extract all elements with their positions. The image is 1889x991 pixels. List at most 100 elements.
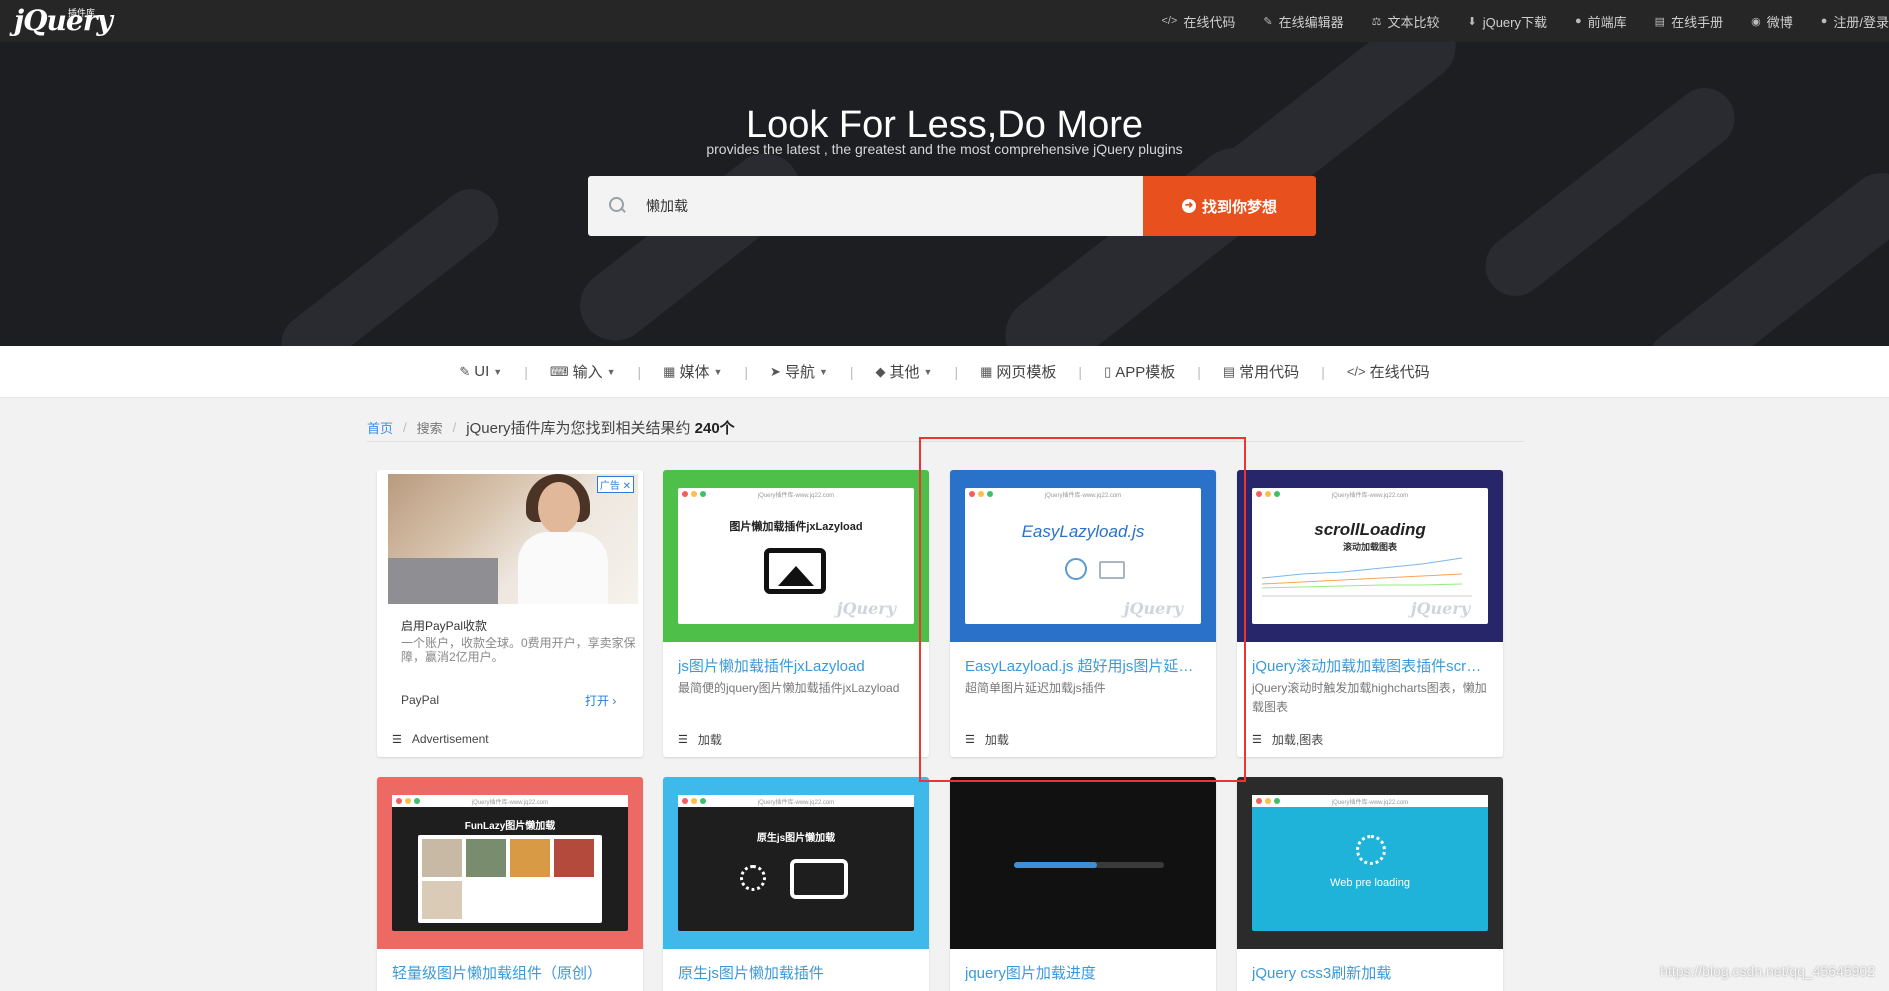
list-icon: ☰ <box>392 733 402 746</box>
category-app-templates[interactable]: ▯ APP模板 <box>1104 361 1175 382</box>
top-nav: </> 在线代码 ✎ 在线编辑器 ⚖ 文本比较 ⬇ jQuery下载 ● 前端库 ▤ 在线手… <box>1133 0 1889 42</box>
divider: | <box>637 363 642 380</box>
card-description: jQuery滚动时触发加载highcharts图表，懒加载图表 <box>1252 681 1487 714</box>
progress-bar-fill <box>1014 862 1097 868</box>
spinner-icon <box>740 865 766 891</box>
thumb-window-bar: jQuery插件库-www.jq22.com <box>392 795 628 807</box>
thumb-url: jQuery插件库-www.jq22.com <box>757 492 835 499</box>
plugin-card[interactable]: jQuery插件库-www.jq22.com scrollLoading 滚动加… <box>1237 470 1503 757</box>
category-bar: ✎ UI ▼ | ⌨ 输入 ▼ | ▦ 媒体 ▼ | ➤ 导航 ▼ | ◆ 其他 ▼ | ▦ 网页模板… <box>0 346 1889 398</box>
category-online-code[interactable]: </> 在线代码 <box>1347 361 1430 382</box>
plugin-card[interactable]: jQuery插件库-www.jq22.com FunLazy图片懒加载 轻量级图… <box>377 777 643 991</box>
plugin-card[interactable]: jQuery插件库-www.jq22.com Web pre loading j… <box>1237 777 1503 991</box>
category-label: 网页模板 <box>996 364 1057 381</box>
ad-tag[interactable]: 广告 ✕ <box>596 476 634 493</box>
card-title[interactable]: jQuery css3刷新加载 <box>1252 962 1488 983</box>
csdn-watermark: https://blog.csdn.net/qq_45645902 <box>1660 963 1875 979</box>
card-description: 最简便的jquery图片懒加载插件jxLazyload <box>678 681 900 695</box>
face-shape <box>538 482 580 534</box>
book-icon: ▤ <box>1654 15 1666 28</box>
hero-decoration <box>270 177 510 346</box>
nav-label: 微博 <box>1766 14 1793 30</box>
file-code-icon: ▤ <box>1222 363 1236 379</box>
divider: | <box>1078 363 1083 380</box>
image-icon-mountain <box>778 566 814 586</box>
category-input[interactable]: ⌨ 输入 ▼ <box>550 361 616 382</box>
nav-weibo[interactable]: ◉ 微博 <box>1751 12 1793 31</box>
nav-online-editor[interactable]: ✎ 在线编辑器 <box>1263 12 1343 31</box>
ad-card[interactable]: 广告 ✕ 启用PayPal收款 一个账户，收款全球。0费用开户，享卖家保障，赢消… <box>377 470 643 757</box>
search-bar: 懒加载 ➜ 找到你梦想 <box>588 176 1316 236</box>
divider: | <box>954 363 959 380</box>
card-title[interactable]: js图片懒加载插件jxLazyload <box>678 655 914 676</box>
card-thumbnail[interactable]: jQuery插件库-www.jq22.com FunLazy图片懒加载 <box>377 777 643 949</box>
breadcrumb-home[interactable]: 首页 <box>367 418 393 437</box>
breadcrumb-search: 搜索 <box>416 421 443 436</box>
progress-bar-track <box>1014 862 1164 868</box>
plugin-card[interactable]: jQuery插件库-www.jq22.com 原生js图片懒加载 原生js图片懒… <box>663 777 929 991</box>
card-title[interactable]: jQuery滚动加载加载图表插件scrollLoading <box>1252 655 1488 676</box>
card-thumbnail[interactable]: jQuery插件库-www.jq22.com Web pre loading <box>1237 777 1503 949</box>
dropbox-icon: ◆ <box>875 363 886 379</box>
card-thumbnail[interactable]: jQuery插件库-www.jq22.com scrollLoading 滚动加… <box>1237 470 1503 642</box>
chevron-down-icon: ▼ <box>493 366 503 377</box>
site-logo[interactable]: jQuery 插件库 <box>14 4 113 37</box>
weibo-icon: ◉ <box>1751 15 1761 28</box>
category-other[interactable]: ◆ 其他 ▼ <box>876 361 933 382</box>
category-label: UI <box>474 363 490 380</box>
thumb-watermark: jQuery <box>836 599 896 618</box>
search-value: 懒加载 <box>646 198 688 214</box>
laptop-shape <box>388 558 498 604</box>
card-thumbnail[interactable] <box>950 777 1216 949</box>
thumb-watermark: jQuery <box>1410 599 1470 618</box>
ad-image[interactable]: 广告 ✕ <box>388 474 638 604</box>
card-thumbnail[interactable]: jQuery插件库-www.jq22.com 图片懒加载插件jxLazyload… <box>663 470 929 642</box>
ad-footer: ☰ Advertisement <box>392 732 489 746</box>
divider: | <box>1197 363 1201 380</box>
search-button[interactable]: ➜ 找到你梦想 <box>1143 176 1316 236</box>
plugin-card[interactable]: jQuery插件库-www.jq22.com 图片懒加载插件jxLazyload… <box>663 470 929 757</box>
card-title[interactable]: 原生js图片懒加载插件 <box>678 962 914 983</box>
search-icon <box>608 196 628 216</box>
nav-label: 文本比较 <box>1387 14 1440 30</box>
result-summary: jQuery插件库为您找到相关结果约 240个 <box>466 417 734 438</box>
nav-label: jQuery下载 <box>1482 14 1547 30</box>
gallery-image <box>554 839 594 877</box>
card-tag-label[interactable]: 加载,图表 <box>1272 731 1323 748</box>
thumb-window: jQuery插件库-www.jq22.com FunLazy图片懒加载 <box>392 795 628 931</box>
card-tag-label[interactable]: 加载 <box>698 731 722 748</box>
card-title[interactable]: 轻量级图片懒加载组件（原创） <box>392 962 628 983</box>
divider: | <box>524 363 528 380</box>
result-text: jQuery插件库为您找到相关结果约 <box>466 420 691 437</box>
nav-login[interactable]: ● 注册/登录 <box>1821 12 1889 31</box>
nav-manual[interactable]: ▤ 在线手册 <box>1655 12 1723 31</box>
hero-decoration <box>566 139 814 346</box>
card-title[interactable]: jquery图片加载进度 <box>965 962 1201 983</box>
list-icon: ☰ <box>678 734 688 746</box>
category-common-code[interactable]: ▤ 常用代码 <box>1223 361 1299 382</box>
category-nav[interactable]: ➤ 导航 ▼ <box>770 361 828 382</box>
chevron-down-icon: ▼ <box>713 366 723 377</box>
card-thumbnail[interactable]: jQuery插件库-www.jq22.com 原生js图片懒加载 <box>663 777 929 949</box>
plugin-card[interactable]: jquery图片加载进度 <box>950 777 1216 991</box>
nav-jquery-download[interactable]: ⬇ jQuery下载 <box>1467 12 1547 31</box>
chevron-down-icon: ▼ <box>606 366 616 377</box>
nav-online-code[interactable]: </> 在线代码 <box>1161 12 1235 31</box>
category-label: 其他 <box>889 364 920 381</box>
category-media[interactable]: ▦ 媒体 ▼ <box>663 361 722 382</box>
thumb-window: jQuery插件库-www.jq22.com Web pre loading <box>1252 795 1488 931</box>
category-web-templates[interactable]: ▦ 网页模板 <box>980 361 1056 382</box>
ad-open-link[interactable]: 打开 › <box>585 692 616 709</box>
hero-decoration <box>1634 160 1889 346</box>
category-label: 在线代码 <box>1369 364 1430 381</box>
gallery-image <box>422 839 462 877</box>
category-label: 输入 <box>572 364 603 381</box>
ad-title[interactable]: 启用PayPal收款 <box>401 617 487 634</box>
download-icon: ⬇ <box>1467 15 1477 28</box>
category-ui[interactable]: ✎ UI ▼ <box>459 363 502 380</box>
nav-frontend-lib[interactable]: ● 前端库 <box>1575 12 1627 31</box>
nav-text-compare[interactable]: ⚖ 文本比较 <box>1372 12 1440 31</box>
search-input[interactable]: 懒加载 <box>588 176 1143 236</box>
category-label: 导航 <box>784 364 815 381</box>
film-icon: ▦ <box>663 363 676 379</box>
